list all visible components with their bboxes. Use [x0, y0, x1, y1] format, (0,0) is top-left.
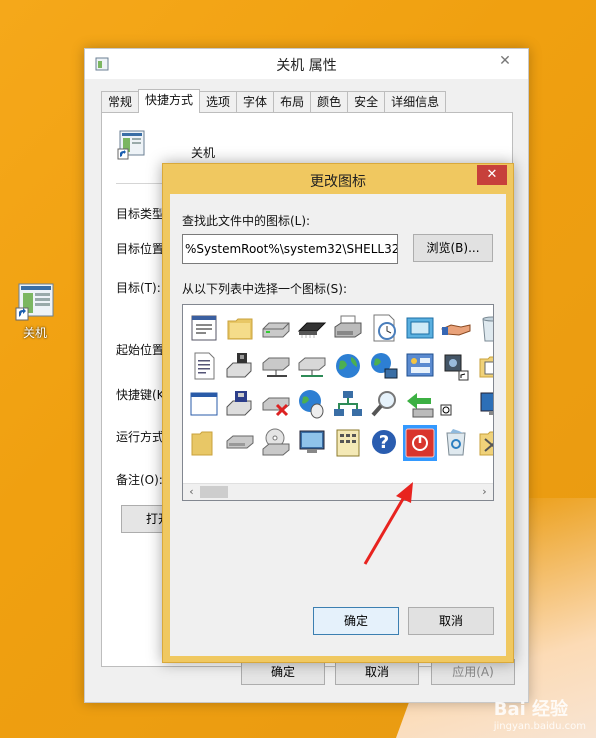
network-drive-2-icon[interactable] — [295, 349, 329, 385]
browse-button[interactable]: 浏览(B)... — [413, 234, 493, 262]
tab-font[interactable]: 字体 — [236, 91, 275, 113]
hand-share-icon[interactable] — [439, 311, 473, 347]
icon-list[interactable]: ? ‹ › — [182, 304, 494, 501]
target-location-label: 目标位置 — [116, 242, 165, 256]
close-icon[interactable]: ✕ — [477, 165, 507, 185]
monitor-icon[interactable] — [475, 387, 493, 423]
display-settings-icon[interactable] — [403, 311, 437, 347]
clock-document-icon[interactable] — [367, 311, 401, 347]
properties-title: 关机 属性 — [276, 58, 337, 74]
folder-cabinet-icon[interactable] — [475, 349, 493, 385]
close-icon[interactable]: ✕ — [488, 51, 522, 71]
chip-icon[interactable] — [295, 311, 329, 347]
svg-text:?: ? — [379, 432, 389, 453]
tab-shortcut[interactable]: 快捷方式 — [138, 89, 201, 113]
tab-security[interactable]: 安全 — [347, 91, 386, 113]
power-icon[interactable] — [403, 425, 437, 461]
help-icon[interactable]: ? — [367, 425, 401, 461]
drive-icon[interactable] — [259, 311, 293, 347]
folder-tools-icon[interactable] — [475, 425, 493, 461]
clock-overlay-icon[interactable] — [439, 387, 473, 423]
icon-list-scrollbar[interactable]: ‹ › — [183, 483, 493, 500]
shortcut-key-label: 快捷键(K — [116, 388, 165, 402]
comment-label: 备注(O): — [116, 473, 163, 487]
shortcut-icon — [117, 130, 145, 160]
green-arrow-icon[interactable] — [403, 387, 437, 423]
change-icon-body: 查找此文件中的图标(L): %SystemRoot%\system32\SHEL… — [170, 194, 506, 656]
tab-details[interactable]: 详细信息 — [384, 91, 447, 113]
icon-file-path-input[interactable]: %SystemRoot%\system32\SHELL32.dll — [182, 234, 398, 264]
calculator-panel-icon[interactable] — [331, 425, 365, 461]
run-label: 运行方式 — [116, 430, 165, 444]
change-icon-dialog: 更改图标 ✕ 查找此文件中的图标(L): %SystemRoot%\system… — [162, 163, 514, 663]
floppy-network-icon[interactable] — [223, 349, 257, 385]
recycle-bin-icon[interactable] — [475, 311, 493, 347]
find-icons-label: 查找此文件中的图标(L): — [182, 214, 311, 228]
change-icon-titlebar: 更改图标 ✕ — [163, 164, 513, 194]
printer-icon[interactable] — [331, 311, 365, 347]
hard-drive-icon[interactable] — [223, 425, 257, 461]
watermark-url: jingyan.baidu.com — [493, 721, 586, 732]
scroll-left-icon[interactable]: ‹ — [183, 484, 200, 500]
shortcut-window-icon — [13, 282, 57, 322]
globe-ie-icon[interactable] — [331, 349, 365, 385]
start-in-label: 起始位置 — [116, 343, 165, 357]
search-icon[interactable] — [367, 387, 401, 423]
network-globe-icon[interactable] — [367, 349, 401, 385]
change-icon-title: 更改图标 — [310, 174, 366, 190]
network-drive-icon[interactable] — [259, 349, 293, 385]
tab-general[interactable]: 常规 — [101, 91, 140, 113]
folder-blank-icon[interactable] — [187, 425, 221, 461]
recycle-full-icon[interactable] — [439, 425, 473, 461]
mouse-globe-icon[interactable] — [295, 387, 329, 423]
text-document-icon[interactable] — [187, 349, 221, 385]
shortcut-disk-icon[interactable] — [439, 349, 473, 385]
watermark-brand: Bai 经验 — [493, 699, 569, 720]
monitor-run-icon[interactable] — [295, 425, 329, 461]
tab-colors[interactable]: 颜色 — [310, 91, 349, 113]
desktop-shortcut[interactable]: 关机 — [8, 282, 62, 341]
drive-remove-icon[interactable] — [259, 387, 293, 423]
window-icon[interactable] — [187, 387, 221, 423]
select-icon-label: 从以下列表中选择一个图标(S): — [182, 282, 348, 296]
target-type-label: 目标类型 — [116, 207, 165, 221]
network-nodes-icon[interactable] — [331, 387, 365, 423]
ok-button[interactable]: 确定 — [313, 607, 399, 635]
tab-options[interactable]: 选项 — [199, 91, 238, 113]
scroll-right-icon[interactable]: › — [476, 484, 493, 500]
cancel-button[interactable]: 取消 — [408, 607, 494, 635]
document-window-icon[interactable] — [187, 311, 221, 347]
target-label: 目标(T): — [116, 281, 161, 295]
floppy-icon[interactable] — [223, 387, 257, 423]
cd-drive-icon[interactable] — [259, 425, 293, 461]
folder-icon[interactable] — [223, 311, 257, 347]
scrollbar-thumb[interactable] — [200, 486, 228, 498]
tab-layout[interactable]: 布局 — [273, 91, 312, 113]
watermark: Bai 经验 jingyan.baidu.com — [494, 695, 586, 732]
shortcut-label: 关机 — [22, 326, 47, 340]
control-panel-icon[interactable] — [403, 349, 437, 385]
properties-tabs: 常规 快捷方式 选项 字体 布局 颜色 安全 详细信息 — [101, 89, 447, 113]
properties-titlebar: 关机 属性 ✕ — [85, 49, 528, 79]
shortcut-name: 关机 — [191, 146, 216, 160]
